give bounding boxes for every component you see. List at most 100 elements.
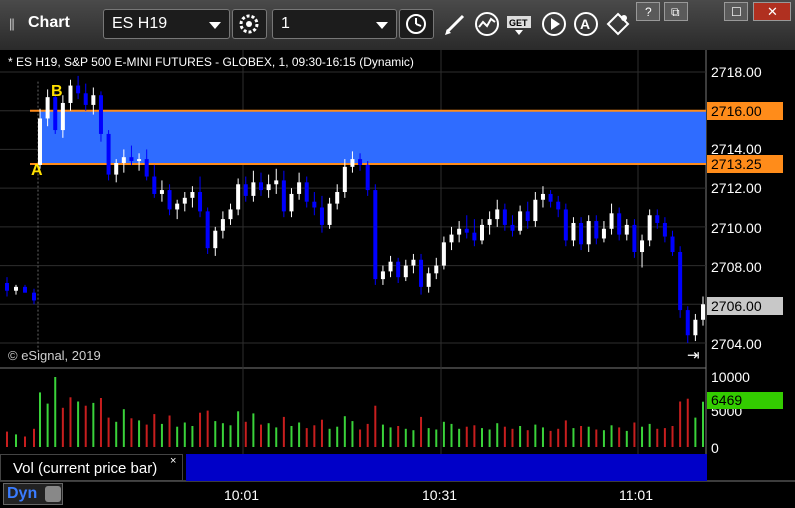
- candle-body: [518, 211, 523, 231]
- candle-body: [342, 166, 347, 193]
- candle-body: [198, 192, 203, 212]
- get-icon[interactable]: GET: [505, 10, 533, 38]
- label-a: A: [31, 162, 43, 179]
- volume-tick: 0: [711, 440, 719, 456]
- help-label: ?: [645, 5, 652, 19]
- price-chart[interactable]: [0, 50, 795, 508]
- candle-body: [152, 176, 157, 194]
- candle-body: [403, 265, 408, 278]
- help-button[interactable]: ?: [636, 2, 660, 21]
- candle-body: [525, 211, 530, 222]
- candle-body: [98, 95, 103, 134]
- candle-body: [83, 93, 88, 105]
- candle-body: [434, 265, 439, 274]
- candle-body: [266, 184, 271, 191]
- candle-body: [419, 259, 424, 287]
- candle-body: [464, 228, 469, 233]
- candle-body: [647, 215, 652, 241]
- candle-body: [502, 209, 507, 225]
- candle-body: [251, 182, 256, 196]
- candle-body: [457, 228, 462, 235]
- annotate-icon[interactable]: A: [572, 10, 600, 38]
- candle-body: [701, 304, 705, 320]
- candle-body: [129, 157, 134, 162]
- candle-body: [662, 222, 667, 237]
- chevron-down-icon: [376, 22, 388, 29]
- candle-body: [23, 286, 27, 293]
- candle-body: [236, 184, 241, 210]
- candle-body: [68, 85, 73, 103]
- candle-body: [304, 182, 309, 202]
- candle-body: [5, 282, 9, 291]
- interval-clock-button[interactable]: [399, 9, 434, 39]
- window-title: Chart: [28, 14, 70, 31]
- close-study-icon[interactable]: ×: [170, 455, 176, 467]
- candle-body: [76, 85, 81, 94]
- maximize-button[interactable]: ☐: [724, 2, 748, 21]
- restore-button[interactable]: ⧉: [664, 2, 688, 21]
- candle-body: [228, 209, 233, 220]
- price-tick: 2712.00: [711, 180, 762, 196]
- candle-body: [91, 95, 96, 105]
- time-tick: 10:01: [224, 487, 260, 503]
- candle-body: [137, 159, 142, 162]
- candle-body: [114, 162, 119, 175]
- dynamic-mode-label: Dyn: [7, 485, 38, 502]
- candle-body: [441, 242, 446, 266]
- candle-body: [53, 97, 58, 131]
- candle-body: [556, 201, 561, 210]
- interval-value: 1: [281, 15, 290, 32]
- candle-body: [319, 207, 324, 225]
- volume-legend-label: Vol (current price bar): [13, 460, 158, 477]
- candle-body: [45, 97, 50, 119]
- candle-body: [243, 184, 248, 196]
- volume-tick: 10000: [711, 369, 750, 385]
- candle-body: [175, 203, 180, 210]
- candle-body: [121, 157, 126, 163]
- jump-to-end-icon[interactable]: ⇥: [687, 346, 700, 364]
- candle-body: [289, 193, 294, 212]
- interval-select[interactable]: 1: [272, 9, 397, 39]
- wave-icon[interactable]: [473, 10, 501, 38]
- svg-text:A: A: [580, 16, 590, 32]
- dynamic-mode-button[interactable]: Dyn: [3, 483, 63, 505]
- price-tick: 2704.00: [711, 336, 762, 352]
- candle-body: [190, 192, 195, 198]
- play-icon[interactable]: [540, 10, 568, 38]
- volume-study-bar: [186, 454, 707, 481]
- candle-body: [601, 228, 606, 239]
- symbol-select[interactable]: ES H19: [103, 9, 230, 39]
- candle-body: [14, 286, 18, 291]
- close-button[interactable]: ✕: [753, 2, 791, 21]
- candle-body: [480, 224, 484, 241]
- diamond-icon[interactable]: [604, 10, 632, 38]
- candle-body: [106, 133, 111, 175]
- volume-legend[interactable]: Vol (current price bar): [0, 454, 183, 481]
- candle-body: [693, 319, 698, 336]
- price-tick: 2710.00: [711, 220, 762, 236]
- candle-body: [182, 197, 187, 204]
- candle-body: [297, 182, 302, 194]
- candle-body: [205, 211, 210, 249]
- candle-body: [327, 203, 332, 225]
- volume-tag: 6469: [707, 392, 783, 409]
- grip-icon[interactable]: ||: [9, 16, 15, 31]
- candle-body: [32, 292, 36, 301]
- settings-button[interactable]: [232, 9, 267, 39]
- candle-body: [281, 180, 286, 212]
- lock-icon[interactable]: [45, 486, 61, 502]
- candle-body: [594, 221, 599, 239]
- candle-body: [312, 201, 317, 208]
- candle-body: [380, 271, 385, 280]
- candle-body: [579, 222, 584, 245]
- candle-body: [358, 159, 363, 165]
- candle-body: [274, 180, 279, 185]
- candle-body: [449, 234, 454, 243]
- time-tick: 11:01: [619, 487, 653, 503]
- pen-icon[interactable]: [441, 10, 469, 38]
- candle-body: [685, 310, 690, 336]
- chart-header: * ES H19, S&P 500 E-MINI FUTURES - GLOBE…: [8, 55, 414, 69]
- candle-body: [495, 209, 500, 220]
- candle-body: [540, 193, 545, 200]
- candle-body: [144, 159, 149, 177]
